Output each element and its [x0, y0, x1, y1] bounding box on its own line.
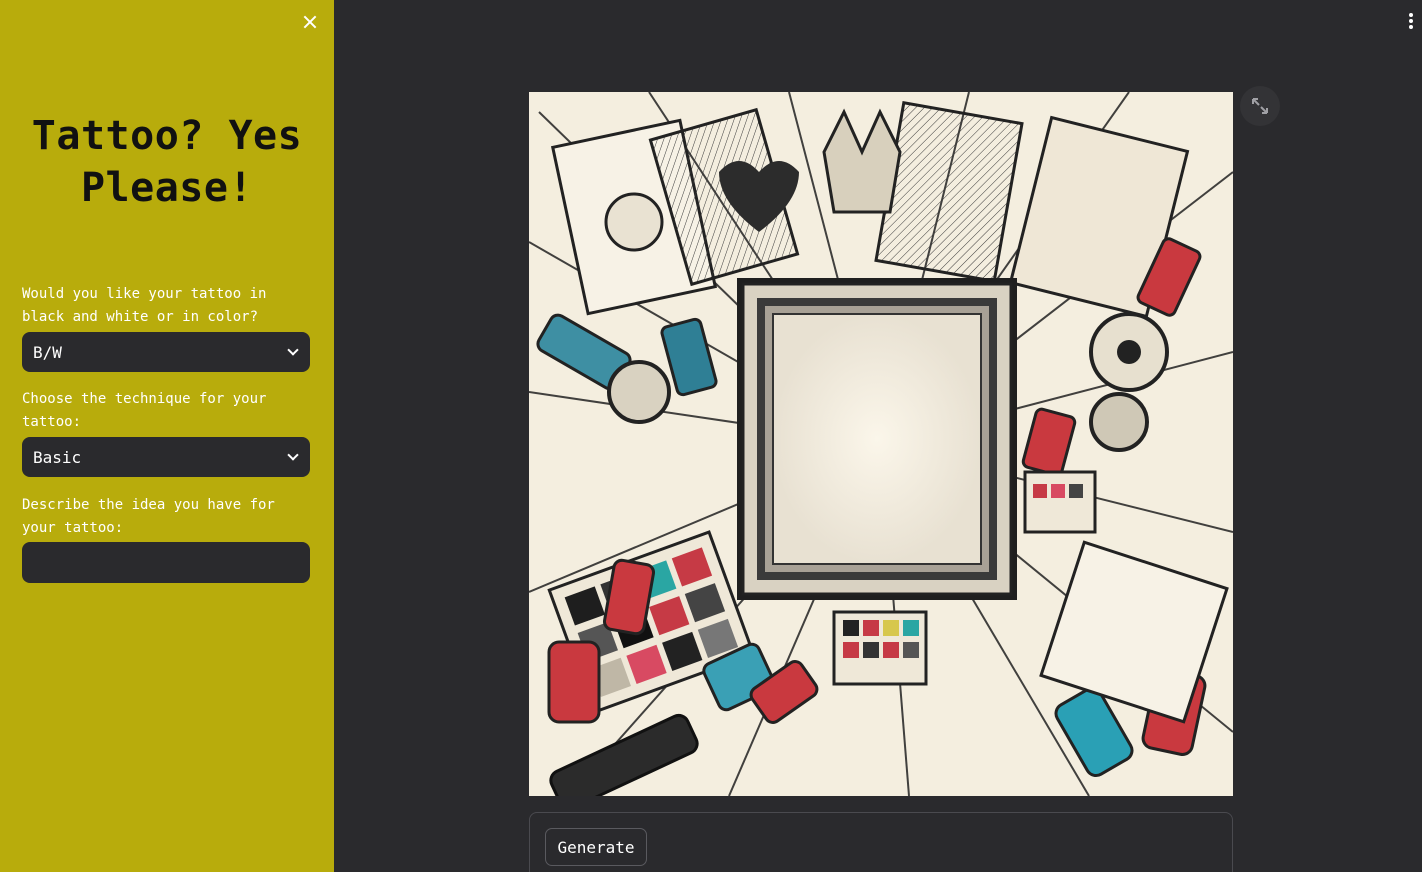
- technique-select[interactable]: Basic: [22, 437, 310, 477]
- technique-select-value: Basic: [33, 447, 82, 467]
- fullscreen-icon: [1252, 98, 1268, 114]
- idea-question-label: Describe the idea you have for your tatt…: [22, 497, 275, 536]
- color-select[interactable]: B/W: [22, 332, 310, 372]
- tattoo-image: [529, 92, 1233, 796]
- technique-question-label: Choose the technique for your tattoo:: [22, 391, 267, 430]
- fullscreen-button[interactable]: [1240, 86, 1280, 126]
- color-question-label: Would you like your tattoo in black and …: [22, 286, 267, 325]
- chevron-down-icon: [287, 346, 299, 358]
- generate-button[interactable]: Generate: [545, 828, 647, 866]
- more-vert-icon[interactable]: [1405, 12, 1417, 30]
- chevron-down-icon: [287, 451, 299, 463]
- idea-input[interactable]: [22, 542, 310, 583]
- sidebar: Tattoo? Yes Please! Would you like your …: [0, 0, 334, 872]
- color-select-value: B/W: [33, 342, 62, 362]
- close-sidebar-button[interactable]: [299, 11, 321, 33]
- page-title: Tattoo? Yes Please!: [31, 113, 303, 211]
